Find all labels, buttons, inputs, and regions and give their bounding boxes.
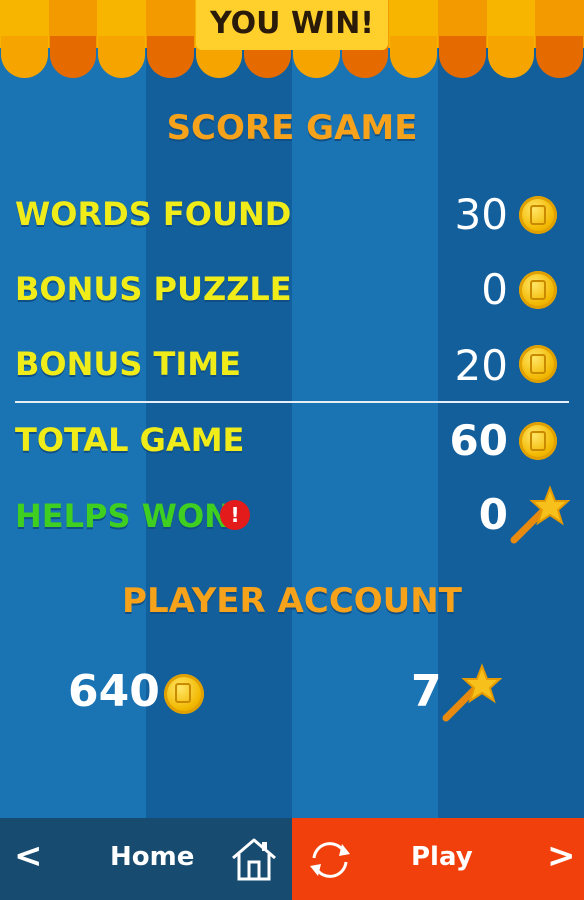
page-title: YOU WIN! bbox=[209, 6, 374, 41]
chevron-left-icon[interactable]: < bbox=[14, 836, 43, 876]
coin-icon bbox=[519, 345, 557, 383]
refresh-icon[interactable] bbox=[306, 838, 354, 882]
play-label: Play bbox=[411, 842, 473, 872]
score-section-title: SCORE GAME bbox=[166, 108, 418, 148]
bonus-puzzle-label: BONUS PUZZLE bbox=[15, 270, 292, 308]
bonus-puzzle-value: 0 bbox=[481, 265, 508, 314]
words-found-label: WORDS FOUND bbox=[15, 195, 292, 233]
account-helps-value: 7 bbox=[411, 666, 442, 717]
total-game-label: TOTAL GAME bbox=[15, 421, 245, 459]
home-label: Home bbox=[110, 842, 195, 872]
words-found-value: 30 bbox=[454, 190, 508, 239]
coin-icon bbox=[164, 674, 204, 714]
chevron-right-icon[interactable]: > bbox=[547, 836, 576, 876]
helps-won-value: 0 bbox=[478, 490, 508, 539]
alert-icon[interactable]: ! bbox=[220, 500, 250, 530]
helps-won-label: HELPS WON bbox=[15, 497, 231, 535]
total-game-value: 60 bbox=[449, 416, 508, 465]
magic-wand-icon bbox=[510, 485, 570, 544]
home-icon[interactable] bbox=[230, 836, 278, 882]
bonus-time-value: 20 bbox=[454, 341, 508, 390]
coin-icon bbox=[519, 271, 557, 309]
magic-wand-icon bbox=[442, 663, 502, 722]
divider bbox=[15, 401, 569, 403]
coin-icon bbox=[519, 422, 557, 460]
bonus-time-label: BONUS TIME bbox=[15, 345, 241, 383]
coin-icon bbox=[519, 196, 557, 234]
account-section-title: PLAYER ACCOUNT bbox=[122, 581, 462, 621]
account-coins-value: 640 bbox=[68, 666, 160, 717]
